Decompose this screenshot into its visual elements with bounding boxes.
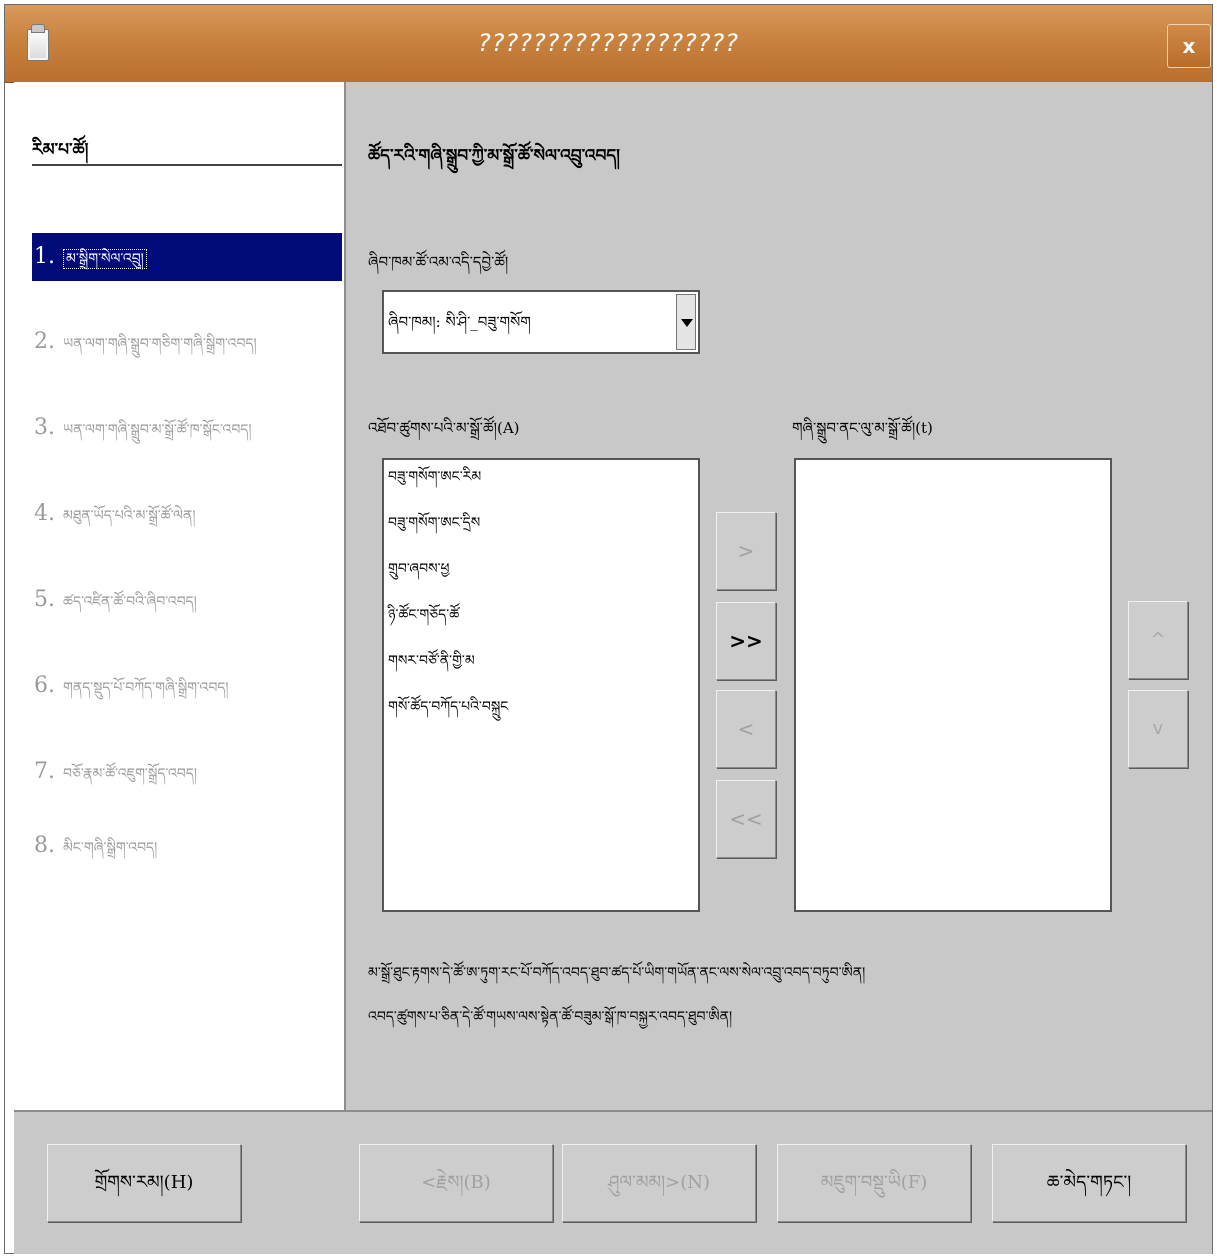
step-item-1[interactable]: 1. མ་སྒྲིག་སེལ་འབྲུ། bbox=[32, 233, 342, 281]
remove-field-button[interactable]: < bbox=[716, 690, 776, 768]
add-all-fields-button[interactable]: >> bbox=[716, 602, 776, 680]
step-number: 7. bbox=[34, 759, 55, 784]
chevron-down-icon[interactable] bbox=[676, 294, 696, 350]
steps-divider bbox=[32, 164, 342, 166]
step-number: 6. bbox=[34, 673, 55, 698]
page-title: ཚོད་རའི་གཞི་སྒྲུབ་ཀྱི་མ་སྒྲོ་ཚོ་སེལ་འབྲུ… bbox=[368, 146, 620, 166]
steps-panel: རིམ་པ་ཚོ། 1. མ་སྒྲིག་སེལ་འབྲུ། 2. ཡན་ལག་གཞ… bbox=[14, 82, 344, 1110]
step-label: ཡན་ལག་གཞི་སྒྲུབ་མ་སྒྲོ་ཚོ་ཁ་སྒོང་འབད། bbox=[63, 422, 252, 438]
selected-fields-list[interactable] bbox=[794, 458, 1112, 912]
list-item[interactable]: བཟུ་གསོག་ཨང་རིམ bbox=[384, 460, 698, 506]
step-item-6[interactable]: 6. གནད་སྡུད་པོ་བཀོད་གཞི་སྒྲིག་འབད། bbox=[32, 662, 342, 710]
selected-fields-label: གཞི་སྒྲུབ་ནང་ལུ་མ་སྒྲོ་ཚོ།(t) bbox=[792, 419, 933, 437]
step-item-7[interactable]: 7. བཅོ་རྣམ་ཚོ་འཇུག་སྒྲོད་འབད། bbox=[32, 748, 342, 796]
description-line-1: མ་སྒྲོ་ཐུང་རྟགས་དེ་ཚོ་ཨ་ཏུག་རང་པོ་བཀོད་འ… bbox=[368, 965, 866, 981]
step-label: གནད་སྡུད་པོ་བཀོད་གཞི་སྒྲིག་འབད། bbox=[63, 680, 229, 696]
step-item-8[interactable]: 8. མིང་གཞི་སྒྲིག་འབད། bbox=[32, 822, 342, 870]
category-value: ཞིབ་ཁམ།: སི་ཤི་_བཟུ་གསོག bbox=[388, 313, 531, 331]
step-item-5[interactable]: 5. ཚད་འཛིན་ཚོ་བའི་ཞིབ་འབད། bbox=[32, 576, 342, 624]
add-field-button[interactable]: > bbox=[716, 512, 776, 590]
step-item-2[interactable]: 2. ཡན་ལག་གཞི་སྒྲུབ་གཅིག་གཞི་སྒྲིག་འབད། bbox=[32, 318, 342, 366]
list-item[interactable]: བཟུ་གསོག་ཨང་དྲིས bbox=[384, 506, 698, 552]
next-button[interactable]: ཤུལ་མམ།>(N) bbox=[562, 1144, 756, 1222]
step-number: 4. bbox=[34, 501, 55, 526]
step-item-4[interactable]: 4. མཐུན་ཡོད་པའི་མ་སྒྲོ་ཚོ་ལེན། bbox=[32, 490, 342, 538]
list-item[interactable]: གསར་བཙོ་ནི་གྱི་མ bbox=[384, 644, 698, 690]
window-title: ??????????????????? bbox=[477, 29, 740, 57]
close-button[interactable]: x bbox=[1167, 24, 1211, 68]
move-down-button[interactable]: v bbox=[1128, 690, 1188, 768]
steps-heading: རིམ་པ་ཚོ། bbox=[32, 140, 89, 160]
category-label: ཞིབ་ཁམ་ཚོ་འམ་འདི་དབྱེ་ཚོ། bbox=[368, 253, 509, 271]
step-number: 2. bbox=[34, 329, 55, 354]
step-label: མིང་གཞི་སྒྲིག་འབད། bbox=[63, 840, 158, 856]
step-label: མ་སྒྲིག་སེལ་འབྲུ། bbox=[63, 249, 147, 269]
step-number: 8. bbox=[34, 833, 55, 858]
step-number: 3. bbox=[34, 415, 55, 440]
list-item[interactable]: གྲུབ་ཞབས་ཕྱ bbox=[384, 552, 698, 598]
available-fields-list[interactable]: བཟུ་གསོག་ཨང་རིམ བཟུ་གསོག་ཨང་དྲིས གྲུབ་ཞབ… bbox=[382, 458, 700, 912]
step-label: བཅོ་རྣམ་ཚོ་འཇུག་སྒྲོད་འབད། bbox=[63, 766, 197, 782]
cancel-button[interactable]: ཆ་མེད་གཏང་། bbox=[992, 1144, 1186, 1222]
description-line-2: འབད་ཚུགས་པ་ཅིན་དེ་ཚོ་གཡས་ལས་སྟེན་ཚོ་བཟུམ… bbox=[368, 1009, 733, 1025]
step-label: ཚད་འཛིན་ཚོ་བའི་ཞིབ་འབད། bbox=[63, 594, 197, 610]
back-button[interactable]: <རྗེས།(B) bbox=[359, 1144, 553, 1222]
content-panel: ཚོད་རའི་གཞི་སྒྲུབ་ཀྱི་མ་སྒྲོ་ཚོ་སེལ་འབྲུ… bbox=[346, 82, 1212, 1110]
step-number: 5. bbox=[34, 587, 55, 612]
step-label: ཡན་ལག་གཞི་སྒྲུབ་གཅིག་གཞི་སྒྲིག་འབད། bbox=[63, 336, 257, 352]
finish-button[interactable]: མཇུག་བསྡུ་ཡི(F) bbox=[777, 1144, 971, 1222]
available-fields-label: འཐོབ་ཚུགས་པའི་མ་སྒྲོ་ཚོ།(A) bbox=[368, 419, 520, 437]
step-item-3[interactable]: 3. ཡན་ལག་གཞི་སྒྲུབ་མ་སྒྲོ་ཚོ་ཁ་སྒོང་འབད། bbox=[32, 404, 342, 452]
step-number: 1. bbox=[34, 244, 55, 269]
category-dropdown[interactable]: ཞིབ་ཁམ།: སི་ཤི་_བཟུ་གསོག bbox=[382, 290, 700, 354]
remove-all-fields-button[interactable]: << bbox=[716, 780, 776, 858]
move-up-button[interactable]: ^ bbox=[1128, 601, 1188, 679]
title-bar[interactable]: ??????????????????? x bbox=[5, 5, 1212, 83]
list-item[interactable]: ཉི་ཚོང་གཅོད་ཚོ bbox=[384, 598, 698, 644]
list-item[interactable]: གསོ་ཚོད་བཀོད་པའི་བསྐྲུང bbox=[384, 690, 698, 736]
help-button[interactable]: གྲོགས་རམ།(H) bbox=[47, 1144, 241, 1222]
step-label: མཐུན་ཡོད་པའི་མ་སྒྲོ་ཚོ་ལེན། bbox=[63, 508, 196, 524]
